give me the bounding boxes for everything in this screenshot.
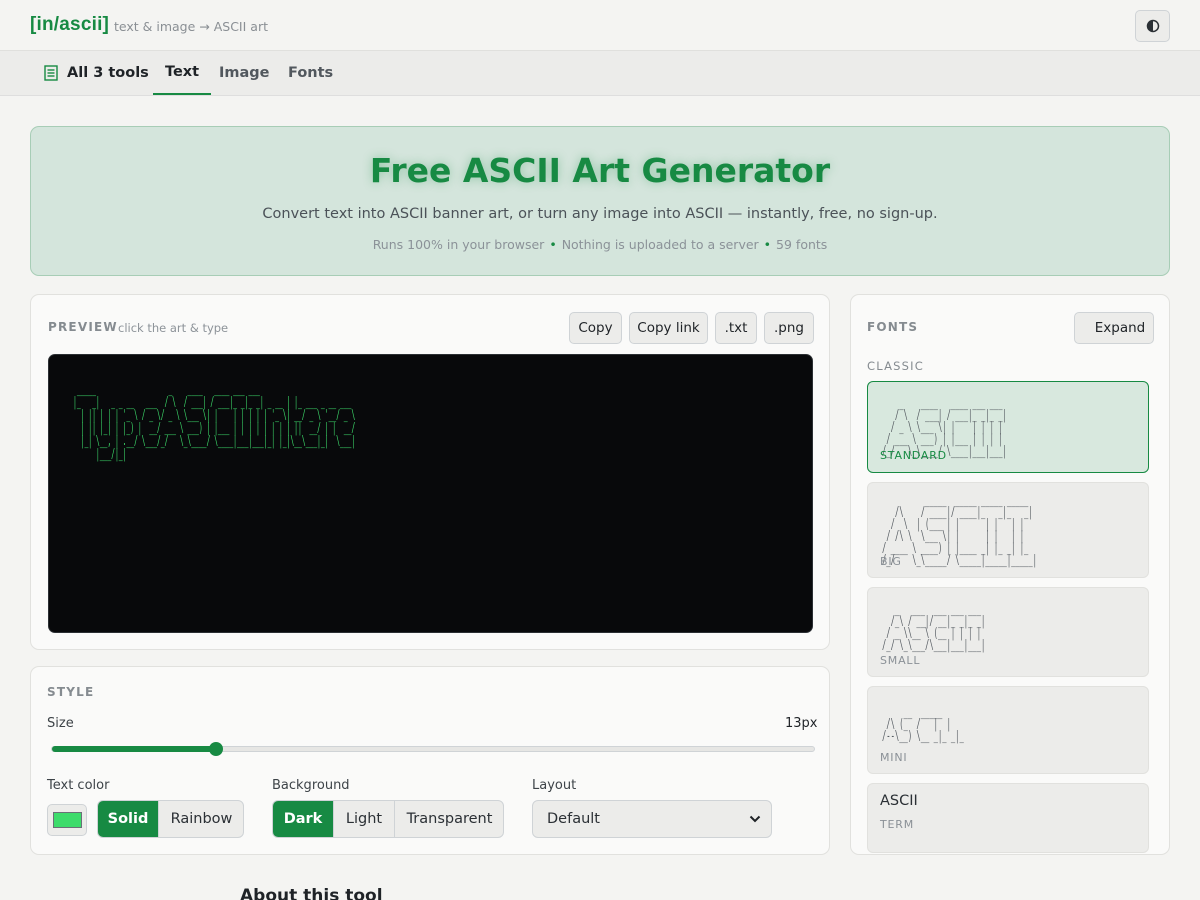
text-color-swatch bbox=[52, 812, 82, 828]
font-tile-standard[interactable]: _ ____ ____ ___ ___ / \ / ___| / ___|_ _… bbox=[867, 381, 1149, 473]
font-preview: _____ _____ _____ _____ /\ / ____|/ ____… bbox=[882, 493, 1037, 568]
tab-all-tools[interactable]: All 3 tools bbox=[32, 51, 161, 95]
style-label: STYLE bbox=[47, 685, 95, 699]
theme-toggle-button[interactable] bbox=[1135, 10, 1170, 42]
site-tagline: text & image → ASCII art bbox=[114, 19, 268, 34]
font-tile-small[interactable]: _ ___ ___ ___ ___ /_\ / __|/ __|_ _|_ _|… bbox=[867, 587, 1149, 677]
font-name: BIG bbox=[880, 555, 902, 568]
style-panel: STYLE Size 13px Text color Solid Rainbow… bbox=[30, 666, 830, 855]
font-name: SMALL bbox=[880, 654, 921, 667]
tab-fonts[interactable]: Fonts bbox=[276, 51, 345, 95]
ascii-art-output[interactable]: _____ _ ____ ____ ___ ___ |_ _| _ _ __ _… bbox=[73, 383, 355, 461]
fonts-label: FONTS bbox=[867, 320, 919, 334]
site-logo[interactable]: [in/ascii] bbox=[30, 14, 109, 36]
meta-separator: • bbox=[763, 237, 772, 252]
font-preview: _ ___ ___ ___ ___ /_\ / __|/ __|_ _|_ _|… bbox=[882, 602, 986, 653]
preview-hint: click the art & type bbox=[118, 321, 229, 335]
text-color-label: Text color bbox=[47, 778, 110, 793]
copy-button[interactable]: Copy bbox=[569, 312, 622, 344]
tab-image[interactable]: Image bbox=[207, 51, 282, 95]
page-title: Free ASCII Art Generator bbox=[369, 151, 831, 190]
contrast-icon bbox=[1146, 19, 1159, 33]
layout-label: Layout bbox=[532, 778, 577, 793]
expand-label: Expand bbox=[1094, 320, 1146, 336]
ascii-preview-canvas[interactable]: _____ _ ____ ____ ___ ___ |_ _| _ _ __ _… bbox=[48, 354, 813, 633]
font-name: TERM bbox=[880, 818, 915, 831]
font-name: MINI bbox=[880, 751, 908, 764]
solid-button[interactable]: Solid bbox=[98, 801, 158, 837]
font-category-label: CLASSIC bbox=[867, 359, 924, 373]
hero-meta: Runs 100% in your browser • Nothing is upl… bbox=[31, 237, 1169, 252]
hero-banner: Free ASCII Art Generator Convert text in… bbox=[30, 126, 1170, 276]
size-slider-fill bbox=[52, 746, 216, 752]
size-slider[interactable] bbox=[51, 742, 815, 756]
list-icon bbox=[44, 65, 58, 81]
font-preview: __ _____ /\ (_ / | | /--\__) \__ _|_ _|_ bbox=[882, 705, 964, 744]
text-color-picker[interactable] bbox=[47, 804, 87, 836]
meta-separator: • bbox=[549, 237, 557, 252]
download-png-button[interactable]: .png bbox=[764, 312, 814, 344]
text-color-mode: Solid Rainbow bbox=[97, 800, 244, 838]
fonts-panel: FONTS Expand CLASSIC _ ____ ____ ___ ___… bbox=[850, 294, 1170, 855]
font-tile-term[interactable]: ASCII TERM bbox=[867, 783, 1149, 853]
copy-link-button[interactable]: Copy link bbox=[629, 312, 708, 344]
layout-select[interactable]: Default bbox=[532, 800, 772, 838]
font-preview: ASCII bbox=[880, 793, 918, 809]
top-bar: [in/ascii] text & image → ASCII art bbox=[0, 0, 1200, 51]
font-name: STANDARD bbox=[880, 449, 947, 462]
hero-subtitle: Convert text into ASCII banner art, or t… bbox=[262, 206, 938, 222]
light-bg-button[interactable]: Light bbox=[333, 801, 394, 837]
about-heading: About this tool bbox=[240, 886, 383, 900]
size-value: 13px bbox=[785, 716, 818, 731]
tool-tabs: All 3 tools Text Image Fonts bbox=[0, 51, 1200, 96]
background-label: Background bbox=[272, 778, 350, 793]
font-tile-big[interactable]: _____ _____ _____ _____ /\ / ____|/ ____… bbox=[867, 482, 1149, 578]
preview-label: PREVIEW bbox=[48, 320, 118, 334]
meta-font-count: 59 fonts bbox=[776, 237, 828, 252]
size-slider-thumb[interactable] bbox=[208, 742, 223, 756]
size-label: Size bbox=[47, 716, 74, 731]
meta-no-upload: Nothing is uploaded to a server bbox=[561, 237, 759, 252]
layout-selected-value: Default bbox=[547, 811, 600, 827]
tab-all-tools-label: All 3 tools bbox=[67, 65, 149, 81]
expand-fonts-button[interactable]: Expand bbox=[1074, 312, 1154, 344]
rainbow-button[interactable]: Rainbow bbox=[158, 801, 243, 837]
chevron-down-icon bbox=[749, 815, 761, 823]
dark-bg-button[interactable]: Dark bbox=[273, 801, 333, 837]
preview-panel: PREVIEW click the art & type Copy Copy l… bbox=[30, 294, 830, 650]
download-txt-button[interactable]: .txt bbox=[715, 312, 757, 344]
background-mode: Dark Light Transparent bbox=[272, 800, 504, 838]
tab-text[interactable]: Text bbox=[153, 51, 212, 95]
transparent-bg-button[interactable]: Transparent bbox=[394, 801, 503, 837]
meta-browser: Runs 100% in your browser bbox=[372, 237, 545, 252]
font-tile-mini[interactable]: __ _____ /\ (_ / | | /--\__) \__ _|_ _|_… bbox=[867, 686, 1149, 774]
